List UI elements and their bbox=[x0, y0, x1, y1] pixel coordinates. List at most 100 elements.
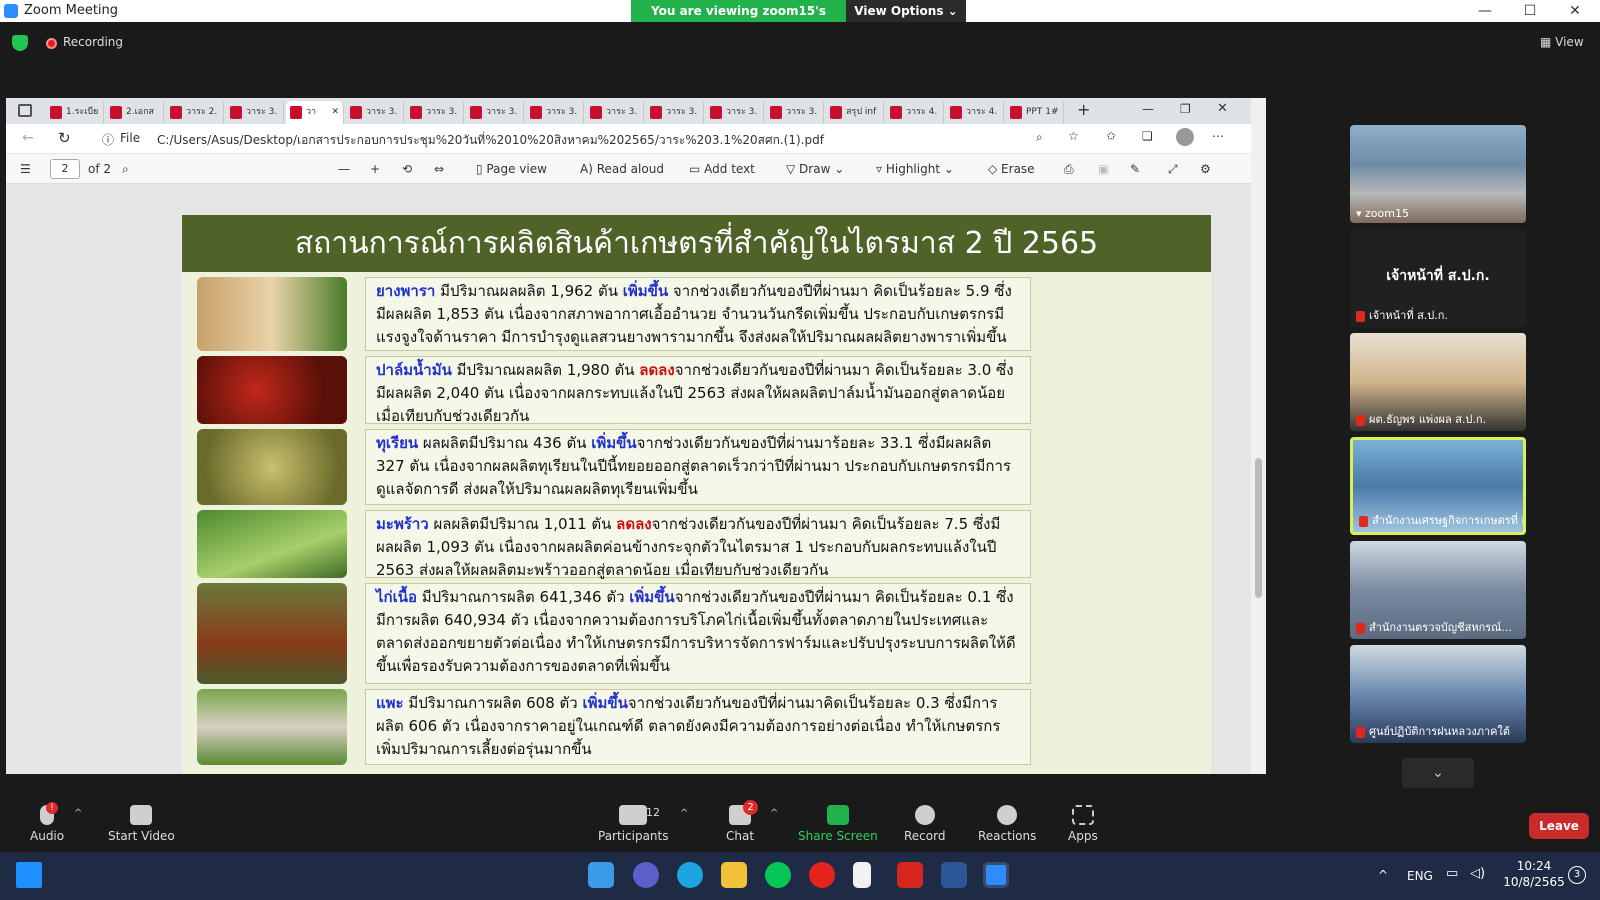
audio-options-caret[interactable]: ^ bbox=[74, 808, 82, 819]
opera-icon[interactable] bbox=[809, 862, 835, 888]
start-menu-icon[interactable] bbox=[16, 862, 42, 888]
zoom-icon-browser[interactable]: ⌕ bbox=[1036, 130, 1043, 145]
page-number-input[interactable]: 2 bbox=[50, 159, 80, 179]
view-options-button[interactable]: View Options ⌄ bbox=[846, 0, 966, 22]
contents-icon[interactable]: ☰ bbox=[20, 162, 31, 176]
page-view-button[interactable]: ▯ Page view bbox=[476, 162, 547, 176]
browser-tab[interactable]: วาระ 3. bbox=[346, 101, 404, 124]
commodity-description: ปาล์มน้ำมัน มีปริมาณผลผลิต 1,980 ตัน ลดล… bbox=[365, 356, 1031, 425]
chat-options-caret[interactable]: ^ bbox=[770, 808, 778, 819]
more-menu-icon[interactable]: ⋯ bbox=[1212, 129, 1224, 143]
fit-page-icon[interactable]: ⇔ bbox=[434, 162, 444, 176]
participant-tile[interactable]: เจ้าหน้าที่ ส.ป.ก. เจ้าหน้าที่ ส.ป.ก. bbox=[1350, 229, 1526, 327]
tab-label: วาระ 3. bbox=[426, 107, 458, 117]
browser-tab[interactable]: วาระ 2. bbox=[166, 101, 224, 124]
pdf-file-icon bbox=[890, 106, 902, 119]
share-screen-button[interactable]: Share Screen bbox=[798, 805, 878, 843]
browser-tab[interactable]: วา ✕ bbox=[286, 101, 344, 124]
participant-tile[interactable]: ▾ zoom15 bbox=[1350, 125, 1526, 223]
chevron-down-icon: ⌄ bbox=[940, 162, 954, 176]
refresh-icon[interactable]: ↻ bbox=[58, 129, 71, 147]
back-icon[interactable]: ← bbox=[22, 130, 34, 146]
security-shield-icon[interactable] bbox=[12, 35, 28, 51]
view-layout-button[interactable]: ▦ View bbox=[1540, 35, 1584, 49]
new-tab-icon[interactable]: + bbox=[1077, 100, 1090, 119]
clock[interactable]: 10:24 10/8/2565 bbox=[1502, 858, 1566, 890]
browser-tab[interactable]: วาระ 3. bbox=[526, 101, 584, 124]
tab-actions-icon[interactable] bbox=[18, 104, 32, 117]
rotate-icon[interactable]: ⟲ bbox=[402, 162, 412, 176]
browser-tab[interactable]: วาระ 3. bbox=[586, 101, 644, 124]
erase-button[interactable]: ◇ Erase bbox=[988, 162, 1035, 176]
vertical-scrollbar[interactable] bbox=[1251, 98, 1266, 774]
participant-tile[interactable]: ศูนย์ปฏิบัติการฝนหลวงภาคใต้ bbox=[1350, 645, 1526, 743]
document-icon[interactable] bbox=[853, 862, 871, 888]
participants-options-caret[interactable]: ^ bbox=[680, 808, 688, 819]
windows-start-icon[interactable] bbox=[588, 862, 614, 888]
browser-tab[interactable]: วาระ 4. bbox=[886, 101, 944, 124]
draw-button[interactable]: ▽ Draw ⌄ bbox=[786, 162, 844, 176]
show-hidden-icons[interactable]: ^ bbox=[1378, 868, 1388, 882]
search-icon[interactable]: ⌕ bbox=[122, 162, 129, 177]
browser-tab[interactable]: วาระ 3. bbox=[406, 101, 464, 124]
collections-icon[interactable]: ❏ bbox=[1142, 129, 1153, 143]
participant-tile[interactable]: สำนักงานเศรษฐกิจการเกษตรที่ 8 bbox=[1350, 437, 1526, 535]
tab-close-icon[interactable]: ✕ bbox=[331, 101, 339, 123]
teams-icon[interactable] bbox=[633, 862, 659, 888]
acrobat-icon[interactable] bbox=[897, 862, 923, 888]
participant-name-label: ▾ zoom15 bbox=[1356, 207, 1409, 220]
page-view-label: Page view bbox=[486, 162, 547, 176]
apps-button[interactable]: Apps bbox=[1068, 805, 1098, 843]
participant-tile[interactable]: สำนักงานตรวจบัญชีสหกรณ์... bbox=[1350, 541, 1526, 639]
volume-icon[interactable]: ◁) bbox=[1470, 866, 1485, 881]
notification-count[interactable]: 3 bbox=[1568, 866, 1586, 884]
recording-label[interactable]: Recording bbox=[63, 35, 123, 49]
word-icon[interactable] bbox=[941, 862, 967, 888]
browser-tab[interactable]: 1.ระเบีย bbox=[46, 101, 104, 124]
line-app-icon[interactable] bbox=[765, 862, 791, 888]
leave-button[interactable]: Leave bbox=[1529, 813, 1589, 839]
close-button[interactable]: ✕ bbox=[1552, 0, 1598, 22]
read-aloud-button[interactable]: A) Read aloud bbox=[580, 162, 664, 176]
browser-close-icon[interactable]: ✕ bbox=[1217, 101, 1228, 116]
start-video-button[interactable]: Start Video bbox=[108, 805, 175, 843]
browser-tab[interactable]: วาระ 3. bbox=[646, 101, 704, 124]
network-icon[interactable]: ▭ bbox=[1446, 866, 1458, 881]
zoom-out-icon[interactable]: — bbox=[338, 162, 350, 176]
reactions-button[interactable]: Reactions bbox=[978, 805, 1036, 843]
profile-avatar[interactable] bbox=[1176, 128, 1194, 146]
browser-tab[interactable]: วาระ 3. bbox=[226, 101, 284, 124]
edge-icon[interactable] bbox=[677, 862, 703, 888]
browser-tab[interactable]: วาระ 4. bbox=[946, 101, 1004, 124]
zoom-in-icon[interactable]: + bbox=[370, 162, 380, 176]
browser-restore-icon[interactable]: ❐ bbox=[1180, 102, 1191, 116]
maximize-button[interactable]: ☐ bbox=[1507, 0, 1553, 22]
minimize-button[interactable]: — bbox=[1462, 0, 1508, 22]
browser-tab[interactable]: วาระ 3. bbox=[466, 101, 524, 124]
browser-tab[interactable]: สรุป inf bbox=[826, 101, 884, 124]
zoom-taskbar-icon[interactable] bbox=[983, 862, 1009, 888]
save-icon[interactable]: ▣ bbox=[1098, 162, 1109, 176]
fullscreen-icon[interactable]: ⤢ bbox=[1168, 162, 1178, 177]
language-indicator[interactable]: ENG bbox=[1407, 869, 1433, 883]
record-button[interactable]: Record bbox=[904, 805, 945, 843]
info-icon[interactable]: ⓘ bbox=[102, 131, 114, 148]
save-as-icon[interactable]: ✎ bbox=[1130, 162, 1140, 176]
gallery-scroll-down[interactable]: ⌄ bbox=[1402, 758, 1474, 788]
browser-tab[interactable]: วาระ 3. bbox=[706, 101, 764, 124]
add-text-button[interactable]: ▭ Add text bbox=[689, 162, 755, 176]
participant-name-label: ศูนย์ปฏิบัติการฝนหลวงภาคใต้ bbox=[1356, 722, 1510, 740]
scrollbar-thumb[interactable] bbox=[1255, 458, 1262, 598]
browser-tab[interactable]: PPT 1# bbox=[1006, 101, 1064, 124]
highlight-button[interactable]: ▿ Highlight ⌄ bbox=[876, 162, 954, 176]
file-explorer-icon[interactable] bbox=[721, 862, 747, 888]
favorite-add-icon[interactable]: ☆ bbox=[1068, 129, 1079, 143]
browser-tab[interactable]: วาระ 3. bbox=[766, 101, 824, 124]
favorites-icon[interactable]: ✩ bbox=[1106, 129, 1116, 143]
browser-tab[interactable]: 2.เอกส bbox=[106, 101, 164, 124]
address-input[interactable]: C:/Users/Asus/Desktop/เอกสารประกอบการประ… bbox=[157, 131, 1017, 150]
participant-tile[interactable]: ผต.ธัญพร แพ่งผล ส.ป.ก. bbox=[1350, 333, 1526, 431]
browser-minimize-icon[interactable]: — bbox=[1142, 102, 1154, 116]
print-icon[interactable]: ⎙ bbox=[1064, 162, 1074, 177]
settings-gear-icon[interactable]: ⚙ bbox=[1200, 162, 1211, 176]
